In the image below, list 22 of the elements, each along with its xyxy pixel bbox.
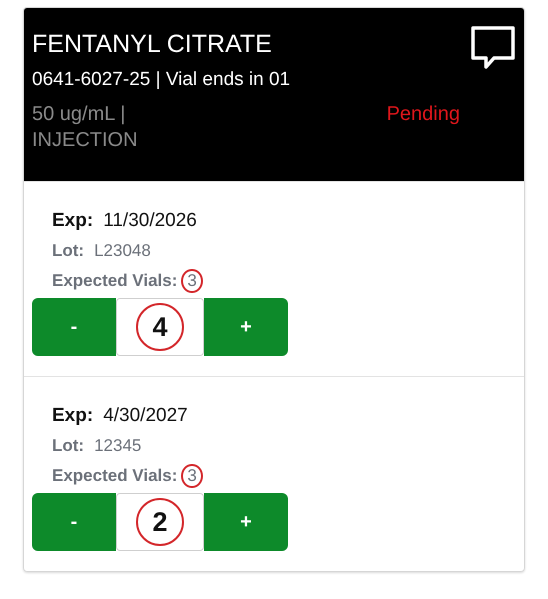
comment-icon[interactable] (470, 25, 516, 71)
form-text: INJECTION (32, 128, 138, 153)
lot-label: Lot: (52, 436, 84, 456)
expected-vials-label: Expected Vials: (52, 271, 178, 291)
strength-text: 50 ug/mL | (32, 102, 126, 127)
lot-number: 12345 (94, 436, 142, 456)
status-text: Pending (386, 102, 460, 127)
expected-vials-label: Expected Vials: (52, 466, 178, 486)
drug-name: FENTANYL CITRATE (32, 30, 272, 59)
increment-button[interactable]: + (204, 298, 288, 356)
ndc-text: 0641-6027-25 | Vial ends in 01 (32, 69, 290, 91)
exp-label: Exp: (52, 210, 94, 232)
expected-vials-count: 3 (181, 269, 203, 293)
lot-number: L23048 (94, 241, 151, 261)
decrement-button[interactable]: - (32, 493, 116, 551)
expected-vials-count: 3 (181, 464, 203, 488)
lot-label: Lot: (52, 241, 84, 261)
increment-button[interactable]: + (204, 493, 288, 551)
decrement-button[interactable]: - (32, 298, 116, 356)
exp-date: 11/30/2026 (103, 210, 197, 232)
exp-label: Exp: (52, 405, 94, 427)
exp-date: 4/30/2027 (103, 405, 188, 427)
